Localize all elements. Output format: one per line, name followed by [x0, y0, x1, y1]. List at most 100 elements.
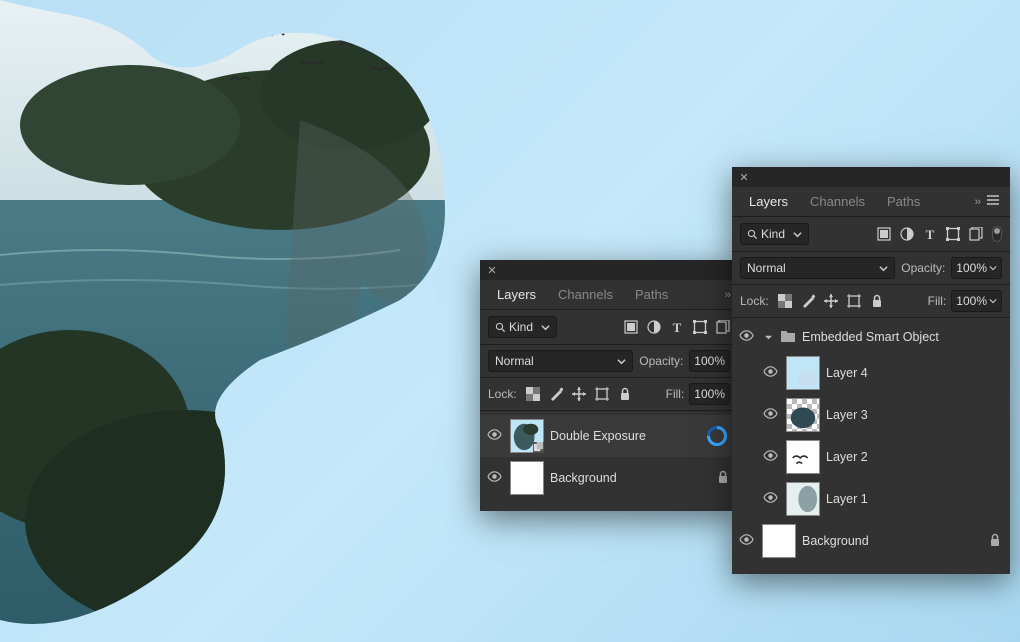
filter-pixel-icon[interactable]: [624, 320, 638, 334]
layer-name[interactable]: Double Exposure: [550, 429, 646, 443]
folder-icon: [780, 329, 796, 346]
panel-titlebar[interactable]: ✕: [732, 167, 1010, 187]
filter-adjustment-icon[interactable]: [900, 227, 914, 241]
filter-adjustment-icon[interactable]: [647, 320, 661, 334]
blend-mode-dropdown[interactable]: Normal: [488, 350, 633, 372]
collapse-icon[interactable]: ››: [973, 196, 982, 208]
layer-name[interactable]: Background: [802, 534, 869, 548]
blend-mode-value: Normal: [747, 261, 786, 275]
opacity-label: Opacity:: [639, 354, 683, 368]
lock-artboard-icon[interactable]: [595, 387, 609, 401]
lock-position-icon[interactable]: [824, 294, 838, 308]
panel-titlebar[interactable]: ✕: [480, 260, 738, 280]
visibility-toggle[interactable]: [484, 427, 504, 445]
tab-paths[interactable]: Paths: [876, 187, 931, 217]
filter-kind-dropdown[interactable]: Kind: [740, 223, 809, 245]
panel-tabs: Layers Channels Paths ››: [480, 280, 738, 310]
close-icon[interactable]: ✕: [485, 264, 499, 277]
layer-row[interactable]: Layer 3: [732, 394, 1010, 436]
visibility-toggle[interactable]: [484, 469, 504, 487]
layer-row-background[interactable]: Background: [480, 457, 738, 499]
filter-type-icon[interactable]: T: [670, 320, 684, 334]
opacity-value: 100%: [694, 354, 725, 368]
layer-filter-row: Kind T: [480, 310, 738, 345]
layer-row[interactable]: Layer 4: [732, 352, 1010, 394]
blend-opacity-row: Normal Opacity: 100%: [480, 345, 738, 378]
layer-filter-row: Kind T: [732, 217, 1010, 252]
close-icon[interactable]: ✕: [737, 171, 751, 184]
layers-panel-back: ✕ Layers Channels Paths ›› Kind T Normal: [732, 167, 1010, 574]
layer-thumbnail[interactable]: [786, 440, 820, 474]
group-name[interactable]: Embedded Smart Object: [802, 330, 939, 344]
layer-thumbnail[interactable]: [786, 356, 820, 390]
layer-row[interactable]: Layer 2: [732, 436, 1010, 478]
opacity-field[interactable]: 100%: [951, 257, 1002, 279]
layer-row-background[interactable]: Background: [732, 520, 1010, 562]
layer-thumbnail[interactable]: [786, 482, 820, 516]
chevron-down-icon: [879, 264, 888, 273]
lock-pixels-icon[interactable]: [801, 294, 815, 308]
lock-icon: [716, 470, 732, 486]
layer-thumbnail[interactable]: [510, 461, 544, 495]
disclosure-toggle[interactable]: [762, 333, 774, 342]
filter-smartobject-icon[interactable]: [969, 227, 983, 241]
filter-shape-icon[interactable]: [946, 227, 960, 241]
visibility-toggle[interactable]: [760, 406, 780, 424]
fill-field[interactable]: 100%: [951, 290, 1002, 312]
layer-name[interactable]: Layer 4: [826, 366, 868, 380]
chevron-down-icon: [989, 297, 997, 305]
visibility-toggle[interactable]: [760, 448, 780, 466]
fill-value: 100%: [956, 294, 987, 308]
layer-thumbnail[interactable]: [762, 524, 796, 558]
chevron-down-icon: [617, 357, 626, 366]
lock-position-icon[interactable]: [572, 387, 586, 401]
visibility-toggle[interactable]: [760, 364, 780, 382]
filter-toggle[interactable]: [992, 226, 1002, 242]
panel-menu-icon[interactable]: [982, 194, 1004, 209]
lock-label: Lock:: [740, 294, 769, 308]
layer-name[interactable]: Background: [550, 471, 617, 485]
fill-field[interactable]: 100%: [689, 383, 730, 405]
filter-smartobject-icon[interactable]: [716, 320, 730, 334]
tab-channels[interactable]: Channels: [799, 187, 876, 217]
layer-thumbnail[interactable]: [510, 419, 544, 453]
panel-tabs: Layers Channels Paths ››: [732, 187, 1010, 217]
lock-all-icon[interactable]: [618, 387, 632, 401]
fill-label: Fill:: [666, 387, 685, 401]
chevron-down-icon: [989, 264, 997, 272]
layer-name[interactable]: Layer 1: [826, 492, 868, 506]
lock-pixels-icon[interactable]: [549, 387, 563, 401]
lock-all-icon[interactable]: [870, 294, 884, 308]
collapse-icon[interactable]: ››: [723, 289, 732, 301]
tab-paths[interactable]: Paths: [624, 280, 679, 310]
visibility-toggle[interactable]: [736, 532, 756, 550]
filter-pixel-icon[interactable]: [877, 227, 891, 241]
tab-channels[interactable]: Channels: [547, 280, 624, 310]
layer-group-row[interactable]: Embedded Smart Object: [732, 322, 1010, 352]
filter-kind-label: Kind: [761, 227, 785, 241]
layer-name[interactable]: Layer 3: [826, 408, 868, 422]
lock-label: Lock:: [488, 387, 517, 401]
tab-layers[interactable]: Layers: [738, 187, 799, 217]
fill-value: 100%: [694, 387, 725, 401]
lock-artboard-icon[interactable]: [847, 294, 861, 308]
opacity-field[interactable]: 100%: [689, 350, 730, 372]
opacity-value: 100%: [956, 261, 987, 275]
lock-row: Lock: Fill: 100%: [480, 378, 738, 411]
lock-transparency-icon[interactable]: [526, 387, 540, 401]
visibility-toggle[interactable]: [736, 328, 756, 346]
blend-mode-dropdown[interactable]: Normal: [740, 257, 895, 279]
filter-kind-label: Kind: [509, 320, 533, 334]
layers-panel-front: ✕ Layers Channels Paths ›› Kind T Normal…: [480, 260, 738, 511]
filter-shape-icon[interactable]: [693, 320, 707, 334]
layer-row[interactable]: Layer 1: [732, 478, 1010, 520]
lock-row: Lock: Fill: 100%: [732, 285, 1010, 318]
visibility-toggle[interactable]: [760, 490, 780, 508]
layer-thumbnail[interactable]: [786, 398, 820, 432]
filter-kind-dropdown[interactable]: Kind: [488, 316, 557, 338]
tab-layers[interactable]: Layers: [486, 280, 547, 310]
filter-type-icon[interactable]: T: [923, 227, 937, 241]
layer-row-double-exposure[interactable]: Double Exposure: [480, 415, 738, 457]
layer-name[interactable]: Layer 2: [826, 450, 868, 464]
lock-transparency-icon[interactable]: [778, 294, 792, 308]
